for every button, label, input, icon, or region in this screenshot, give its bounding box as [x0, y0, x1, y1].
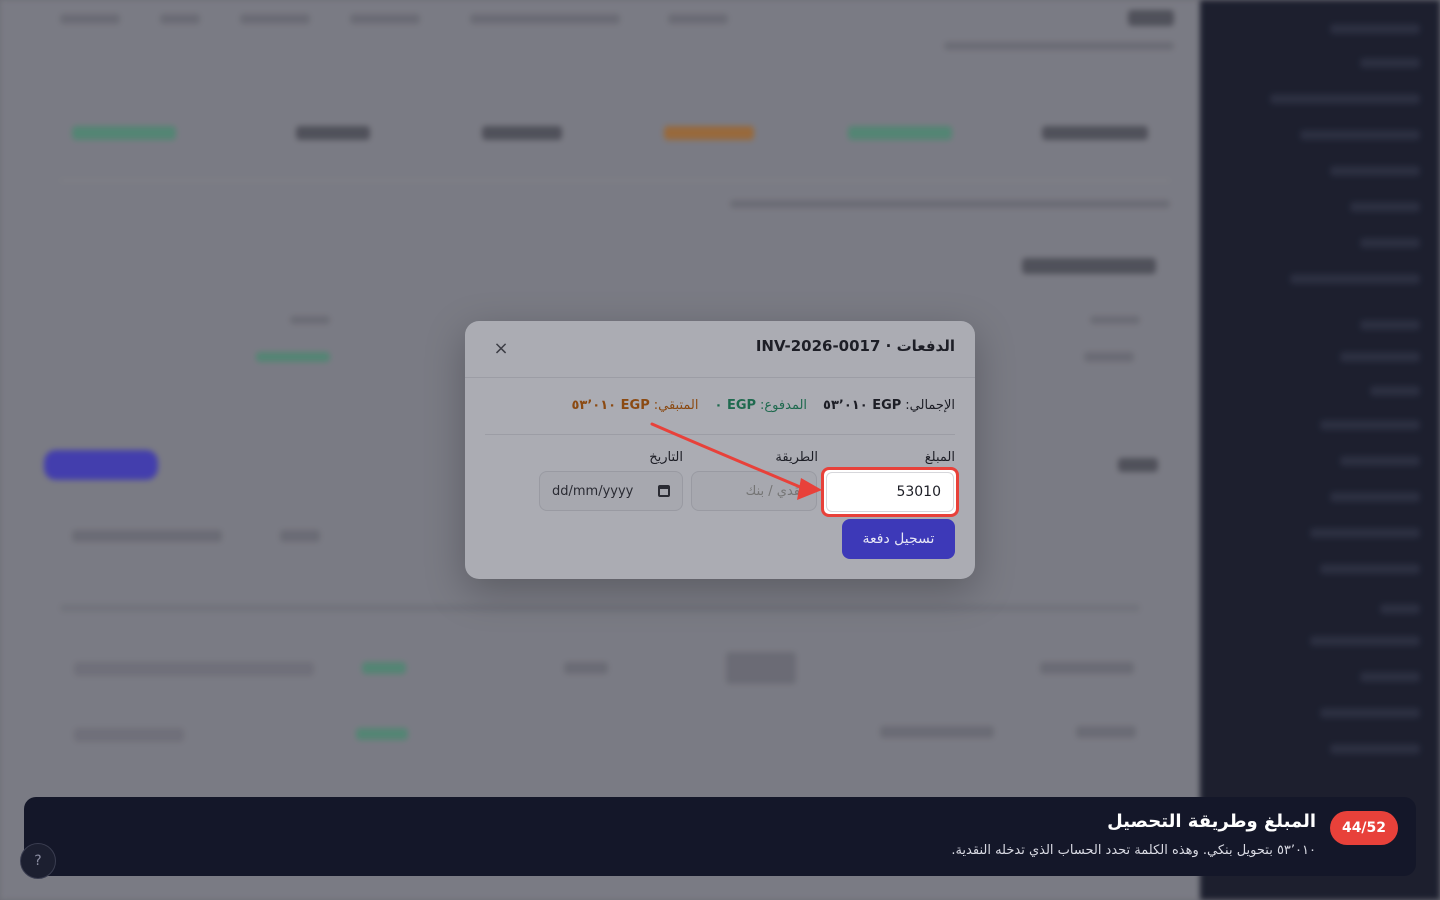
tour-step-counter: 44/52	[1330, 811, 1398, 845]
record-payment-button[interactable]: تسجيل دفعة	[842, 519, 955, 559]
tour-body: ٥٣٬٠١٠ بتحويل بنكي. وهذه الكلمة تحدد الح…	[951, 843, 1316, 858]
payment-summary: الإجمالي: EGP ٥٣٬٠١٠ المدفوع: EGP ٠ المت…	[572, 398, 956, 413]
summary-remaining-label: المتبقي:	[653, 398, 699, 413]
help-bubble-icon[interactable]: ?	[20, 843, 56, 879]
date-input[interactable]: dd/mm/yyyy	[539, 471, 683, 511]
payments-modal: الدفعات · INV-2026-0017 × الإجمالي: EGP …	[465, 321, 975, 579]
date-label: التاريخ	[649, 450, 683, 465]
date-placeholder: dd/mm/yyyy	[552, 483, 634, 499]
tour-title: المبلغ وطريقة التحصيل	[1107, 811, 1316, 832]
summary-remaining: المتبقي: EGP ٥٣٬٠١٠	[572, 398, 699, 413]
summary-total-label: الإجمالي:	[905, 398, 955, 413]
amount-field-highlight	[821, 467, 959, 517]
amount-input[interactable]	[826, 472, 954, 512]
modal-header: الدفعات · INV-2026-0017 ×	[465, 321, 975, 378]
summary-paid-value: EGP ٠	[714, 398, 757, 413]
modal-title: الدفعات · INV-2026-0017	[755, 337, 955, 355]
method-input[interactable]	[691, 471, 817, 511]
summary-remaining-value: EGP ٥٣٬٠١٠	[571, 398, 650, 413]
calendar-icon[interactable]	[658, 485, 670, 497]
summary-paid-label: المدفوع:	[760, 398, 808, 413]
summary-divider	[485, 434, 955, 435]
close-icon[interactable]: ×	[491, 339, 511, 359]
summary-paid: المدفوع: EGP ٠	[714, 398, 807, 413]
summary-total-value: EGP ٥٣٬٠١٠	[823, 398, 902, 413]
amount-label: المبلغ	[924, 450, 955, 465]
summary-total: الإجمالي: EGP ٥٣٬٠١٠	[823, 398, 955, 413]
method-label: الطريقة	[775, 450, 818, 465]
tour-banner: 44/52 المبلغ وطريقة التحصيل ٥٣٬٠١٠ بتحوي…	[24, 797, 1416, 876]
